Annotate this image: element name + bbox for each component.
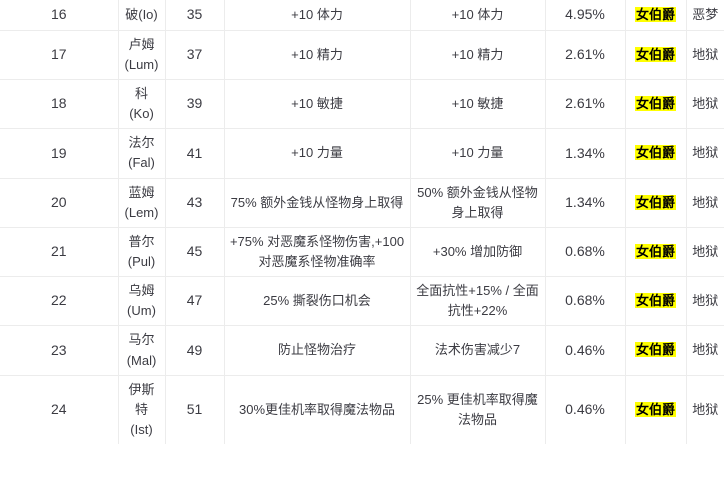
table-row: 19 法尔 (Fal) 41 +10 力量 +10 力量 1.34% 女伯爵 地狱 [0, 128, 724, 179]
difficulty-cell: 地狱 [692, 401, 719, 417]
source-cell: 女伯爵 [625, 325, 687, 376]
source-cell: 女伯爵 [625, 178, 687, 228]
armor-effect-cell: 50% 额外金钱从怪物身上取得 [410, 178, 546, 228]
weapon-effect-cell: 防止怪物治疗 [224, 325, 411, 376]
difficulty-cell: 地狱 [686, 178, 724, 228]
required-level-cell: 49 [165, 325, 225, 376]
difficulty-cell: 地狱 [686, 276, 724, 327]
rune-index-cell: 19 [0, 128, 119, 179]
weapon-effect-cell: +10 精力 [224, 30, 411, 80]
rune-name-cell: 普尔 (Pul) [118, 227, 166, 278]
source-cell: 女伯爵 [625, 227, 687, 278]
weapon-effect-cell: 25% 撕裂伤口机会 [224, 276, 411, 327]
rune-name-cell: 马尔 (Mal) [118, 325, 166, 376]
highlighted-source-label: 女伯爵 [634, 243, 676, 259]
required-level-cell: 37 [165, 30, 225, 80]
required-level-cell: 51 [165, 375, 225, 445]
difficulty-cell: 恶梦 [686, 0, 724, 31]
source-cell: 女伯爵 [625, 30, 687, 80]
weapon-effect-cell: +10 敏捷 [224, 79, 411, 130]
source-cell: 女伯爵 [625, 375, 687, 445]
armor-effect-cell: +10 精力 [410, 30, 546, 80]
required-level-cell: 41 [165, 128, 225, 179]
rune-index-cell: 22 [0, 276, 119, 327]
source-cell: 女伯爵 [625, 0, 687, 31]
highlighted-source-label: 女伯爵 [634, 145, 676, 161]
rune-name-cell: 破(Io) [118, 0, 166, 31]
rune-index-cell: 21 [0, 227, 119, 278]
armor-effect-cell: +30% 增加防御 [410, 227, 546, 278]
weapon-effect-cell: 30%更佳机率取得魔法物品 [224, 375, 411, 445]
highlighted-source-label: 女伯爵 [634, 46, 676, 62]
difficulty-cell: 地狱 [686, 79, 724, 130]
armor-effect-cell: +10 体力 [410, 0, 546, 31]
table-row: 16 破(Io) 35 +10 体力 +10 体力 4.95% 女伯爵 恶梦 [0, 0, 724, 31]
table-row: 17 卢姆 (Lum) 37 +10 精力 +10 精力 2.61% 女伯爵 地狱 [0, 30, 724, 80]
table-row: 24 伊斯特 (Ist) 51 30%更佳机率取得魔法物品 25% 更佳机率取得魔法物品… [0, 375, 724, 445]
required-level-cell: 39 [165, 79, 225, 130]
weapon-effect-cell: +75% 对恶魔系怪物伤害,+100对恶魔系怪物准确率 [224, 227, 411, 278]
rune-index-cell: 16 [0, 0, 119, 31]
table-body: 16 破(Io) 35 +10 体力 +10 体力 4.95% 女伯爵 恶梦 17 卢姆 (Lum… [0, 0, 724, 445]
required-level-cell: 35 [165, 0, 225, 31]
difficulty-cell: 地狱 [686, 30, 724, 80]
rune-name-cell: 蓝姆 (Lem) [118, 178, 166, 228]
required-level-cell: 47 [165, 276, 225, 327]
table-row: 21 普尔 (Pul) 45 +75% 对恶魔系怪物伤害,+100对恶魔系怪物准确率 +… [0, 227, 724, 278]
drop-rate-cell: 2.61% [545, 79, 626, 130]
table-row: 23 马尔 (Mal) 49 防止怪物治疗 法术伤害减少7 0.46% 女伯爵 地狱 [0, 325, 724, 376]
weapon-effect-cell: 75% 额外金钱从怪物身上取得 [224, 178, 411, 228]
rune-index-cell: 23 [0, 325, 119, 376]
rune-name-cell: 乌姆 (Um) [118, 276, 166, 327]
highlighted-source-label: 女伯爵 [634, 96, 676, 112]
rune-index-cell: 20 [0, 178, 119, 228]
rune-drop-table: 16 破(Io) 35 +10 体力 +10 体力 4.95% 女伯爵 恶梦 17 卢姆 (Lum… [0, 0, 724, 445]
highlighted-source-label: 女伯爵 [634, 342, 676, 358]
drop-rate-cell: 4.95% [545, 0, 626, 31]
table-row: 18 科(Ko) 39 +10 敏捷 +10 敏捷 2.61% 女伯爵 地狱 [0, 79, 724, 130]
drop-rate-cell: 0.46% [545, 325, 626, 376]
required-level-cell: 43 [165, 178, 225, 228]
required-level-cell: 45 [165, 227, 225, 278]
armor-effect-cell: +10 力量 [410, 128, 546, 179]
rune-index-cell: 18 [0, 79, 119, 130]
rune-name-cell: 科(Ko) [118, 79, 166, 130]
difficulty-cell: 地狱 [686, 325, 724, 376]
highlighted-source-label: 女伯爵 [634, 194, 676, 210]
drop-rate-cell: 2.61% [545, 30, 626, 80]
armor-effect-cell: 全面抗性+15% / 全面抗性+22% [410, 276, 546, 327]
highlighted-source-label: 女伯爵 [634, 6, 676, 22]
table-row: 22 乌姆 (Um) 47 25% 撕裂伤口机会 全面抗性+15% / 全面抗性+22%… [0, 276, 724, 327]
rune-index-cell: 24 [0, 375, 119, 445]
armor-effect-cell: 25% 更佳机率取得魔法物品 [410, 375, 546, 445]
armor-effect-cell: 法术伤害减少7 [410, 325, 546, 376]
highlighted-source-label: 女伯爵 [634, 401, 676, 417]
drop-rate-cell: 0.68% [545, 227, 626, 278]
highlighted-source-label: 女伯爵 [634, 293, 676, 309]
rune-name-cell: 伊斯特 (Ist) [118, 375, 166, 445]
drop-rate-cell: 0.46% [545, 375, 626, 445]
difficulty-cell: 地狱 [686, 227, 724, 278]
rune-name-cell: 法尔 (Fal) [118, 128, 166, 179]
armor-effect-cell: +10 敏捷 [410, 79, 546, 130]
source-cell: 女伯爵 [625, 128, 687, 179]
source-cell: 女伯爵 [625, 276, 687, 327]
rune-index-cell: 17 [0, 30, 119, 80]
difficulty-cell: 地狱 [686, 128, 724, 179]
drop-rate-cell: 1.34% [545, 178, 626, 228]
source-cell: 女伯爵 [625, 79, 687, 130]
weapon-effect-cell: +10 体力 [224, 0, 411, 31]
drop-rate-cell: 0.68% [545, 276, 626, 327]
weapon-effect-cell: +10 力量 [224, 128, 411, 179]
rune-name-cell: 卢姆 (Lum) [118, 30, 166, 80]
table-row: 20 蓝姆 (Lem) 43 75% 额外金钱从怪物身上取得 50% 额外金钱从怪物身上… [0, 178, 724, 228]
drop-rate-cell: 1.34% [545, 128, 626, 179]
